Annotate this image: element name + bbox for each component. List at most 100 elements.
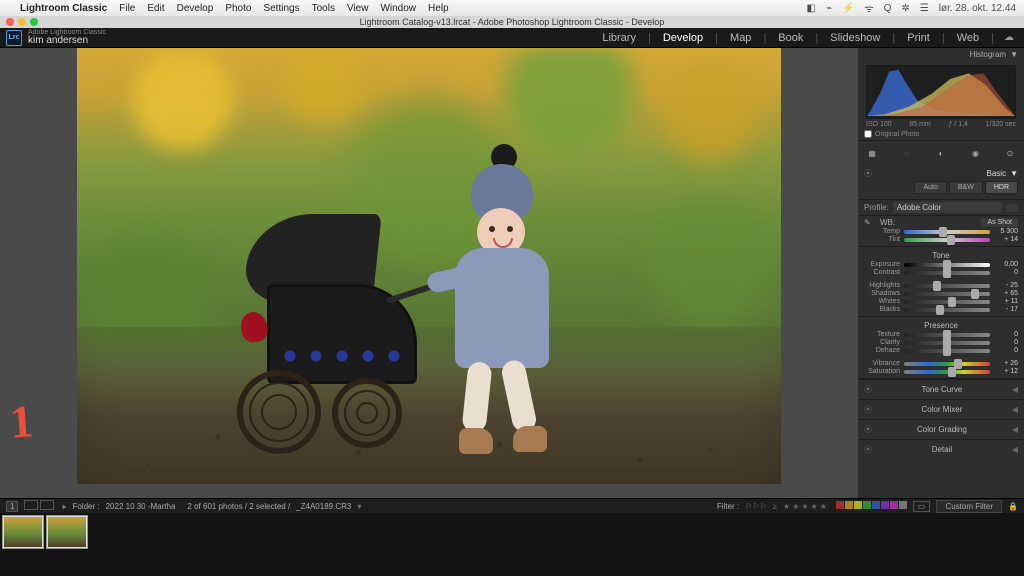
filmstrip[interactable] (0, 513, 1024, 576)
photo-count: 2 of 601 photos / 2 selected / (187, 502, 290, 511)
crop-icon[interactable]: ▦ (864, 145, 880, 161)
lr-logo-icon: Lrc (6, 30, 22, 46)
status-wifi-icon[interactable]: ᯤ (864, 1, 873, 15)
filter-color-swatches[interactable] (835, 501, 907, 511)
exposure-value[interactable]: 0,00 (994, 261, 1018, 268)
module-map[interactable]: Map (728, 32, 753, 44)
bw-button[interactable]: B&W (949, 181, 983, 194)
clarity-value[interactable]: 0 (994, 339, 1018, 346)
highlights-label: Highlights (864, 282, 900, 289)
module-print[interactable]: Print (905, 32, 932, 44)
menu-tools[interactable]: Tools (312, 3, 335, 14)
menu-view[interactable]: View (347, 3, 369, 14)
redeye-icon[interactable]: ◉ (968, 145, 984, 161)
dehaze-slider[interactable] (904, 349, 990, 353)
histogram-chart[interactable] (866, 65, 1016, 119)
temp-value[interactable]: 5 300 (994, 228, 1018, 235)
texture-slider[interactable] (904, 333, 990, 337)
highlights-value[interactable]: - 25 (994, 282, 1018, 289)
radial-icon[interactable]: ⊙ (1002, 145, 1018, 161)
shadows-value[interactable]: + 65 (994, 290, 1018, 297)
module-book[interactable]: Book (776, 32, 805, 44)
panel-title-basic[interactable]: Basic (987, 169, 1007, 178)
status-search-icon[interactable]: Q (884, 3, 892, 14)
temp-slider[interactable] (904, 230, 990, 234)
status-menu-icon[interactable]: ☰ (920, 3, 929, 14)
wb-select[interactable]: As Shot (981, 218, 1018, 227)
folder-name[interactable]: 2022 10 30 -Martha (106, 502, 176, 511)
menubar-app[interactable]: Lightroom Classic (20, 3, 107, 14)
whites-value[interactable]: + 11 (994, 298, 1018, 305)
auto-button[interactable]: Auto (914, 181, 946, 194)
dehaze-value[interactable]: 0 (994, 347, 1018, 354)
texture-value[interactable]: 0 (994, 331, 1018, 338)
develop-panel: Histogram ▼ ISO 100 85 mm ƒ / 1,4 1/320 … (858, 48, 1024, 498)
shadows-slider[interactable] (904, 292, 990, 296)
tint-slider[interactable] (904, 238, 990, 242)
blacks-slider[interactable] (904, 308, 990, 312)
custom-filter-select[interactable]: Custom Filter (936, 500, 1002, 513)
heal-icon[interactable]: ◌ (899, 145, 915, 161)
panel-colormixer[interactable]: ⦿Color Mixer◀ (858, 399, 1024, 419)
menu-develop[interactable]: Develop (177, 3, 214, 14)
panel-detail[interactable]: ⦿Detail◀ (858, 439, 1024, 459)
status-battery1-icon[interactable]: ⌁ (826, 3, 832, 14)
filter-toggle-icon[interactable]: ▭ (913, 501, 931, 512)
contrast-value[interactable]: 0 (994, 269, 1018, 276)
original-photo-toggle[interactable]: Original Photo (864, 130, 1018, 138)
module-web[interactable]: Web (955, 32, 981, 44)
filmstrip-toolbar: 1 ▸ Folder : 2022 10 30 -Martha 2 of 601… (0, 498, 1024, 513)
menu-file[interactable]: File (119, 3, 135, 14)
contrast-slider[interactable] (904, 271, 990, 275)
menu-photo[interactable]: Photo (225, 3, 251, 14)
hist-shutter: 1/320 sec (986, 121, 1016, 128)
vibrance-slider[interactable] (904, 362, 990, 366)
profile-browser-icon[interactable] (1006, 204, 1018, 212)
menu-help[interactable]: Help (428, 3, 449, 14)
close-icon[interactable] (6, 18, 14, 26)
minimize-icon[interactable] (18, 18, 26, 26)
menubar-clock[interactable]: lør. 28. okt. 12.44 (939, 3, 1016, 14)
filename[interactable]: _Z4A0189.CR3 (296, 502, 351, 511)
saturation-value[interactable]: + 12 (994, 368, 1018, 375)
menu-window[interactable]: Window (380, 3, 416, 14)
status-battery2-icon[interactable]: ⚡ (842, 3, 854, 14)
clarity-slider[interactable] (904, 341, 990, 345)
module-slideshow[interactable]: Slideshow (828, 32, 882, 44)
panel-colorgrading[interactable]: ⦿Color Grading◀ (858, 419, 1024, 439)
menu-settings[interactable]: Settings (263, 3, 299, 14)
exposure-slider[interactable] (904, 263, 990, 267)
tint-value[interactable]: + 14 (994, 236, 1018, 243)
chevron-down-icon[interactable]: ▼ (1010, 169, 1018, 178)
thumbnail[interactable] (47, 516, 87, 548)
status-display-icon[interactable]: ◧ (807, 3, 816, 14)
switch-icon[interactable]: ⦿ (864, 168, 872, 179)
zoom-icon[interactable] (30, 18, 38, 26)
profile-select[interactable]: Adobe Color (893, 202, 1002, 213)
menu-edit[interactable]: Edit (147, 3, 164, 14)
chevron-down-icon[interactable]: ▼ (1010, 50, 1018, 59)
saturation-slider[interactable] (904, 370, 990, 374)
highlights-slider[interactable] (904, 284, 990, 288)
photo-viewer[interactable]: 1 (0, 48, 858, 498)
panel-title-histogram[interactable]: Histogram (970, 50, 1006, 59)
status-control-icon[interactable]: ✲ (901, 3, 909, 14)
vibrance-value[interactable]: + 26 (994, 360, 1018, 367)
filter-lock-icon[interactable]: 🔒 (1008, 502, 1018, 511)
display-badge[interactable]: 1 (6, 501, 18, 512)
module-library[interactable]: Library (600, 32, 638, 44)
filter-flags[interactable]: ⚐⚐⚐ (745, 502, 767, 511)
filter-stars[interactable]: ★★★★★ (783, 502, 829, 511)
whites-slider[interactable] (904, 300, 990, 304)
hdr-button[interactable]: HDR (985, 181, 1018, 194)
module-develop[interactable]: Develop (661, 32, 705, 44)
cloud-icon[interactable]: ☁ (1004, 32, 1014, 43)
mask-icon[interactable]: ◐ (933, 145, 949, 161)
thumbnail[interactable] (3, 516, 43, 548)
view-mode-buttons[interactable] (24, 500, 56, 512)
eyedropper-icon[interactable]: ✎ (864, 218, 874, 227)
subject-child (427, 164, 577, 454)
blacks-value[interactable]: - 17 (994, 306, 1018, 313)
filter-compare-icon[interactable]: ≥ (773, 502, 777, 511)
panel-tonecurve[interactable]: ⦿Tone Curve◀ (858, 379, 1024, 399)
